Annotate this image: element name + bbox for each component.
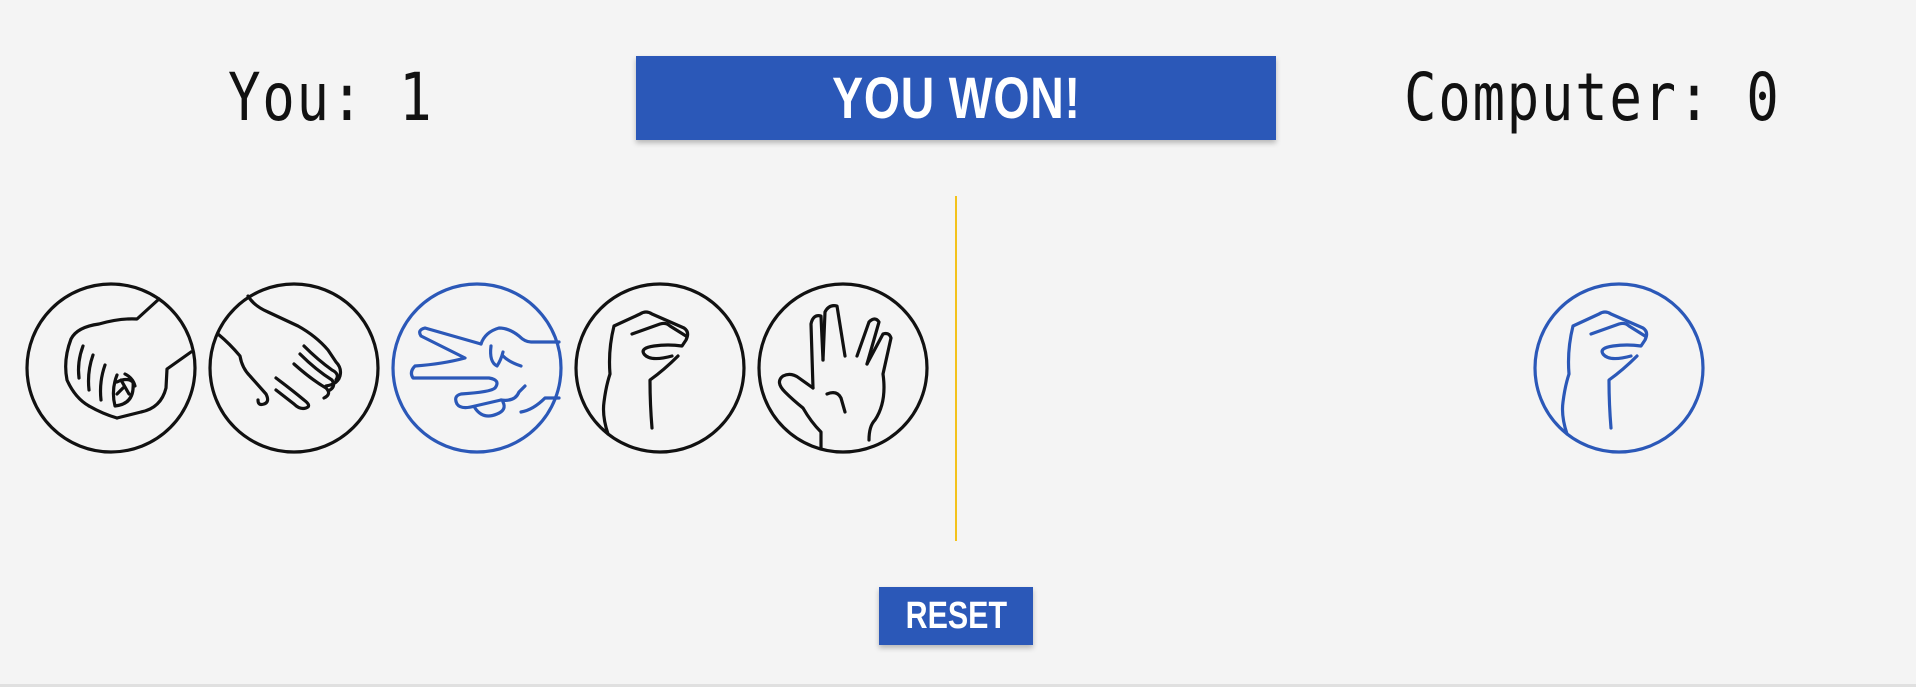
center-divider <box>955 196 957 541</box>
rock-hand-icon <box>25 282 197 454</box>
spock-hand-icon <box>757 282 929 454</box>
result-banner: YOU WON! <box>636 56 1276 140</box>
player-score: You: 1 <box>228 59 434 136</box>
reset-label: RESET <box>905 594 1007 637</box>
choice-lizard-button[interactable] <box>574 282 746 454</box>
choice-paper-button[interactable] <box>208 282 380 454</box>
paper-hand-icon <box>208 282 380 454</box>
scissors-hand-icon <box>391 282 563 454</box>
result-text: YOU WON! <box>831 65 1081 131</box>
lizard-hand-icon <box>1533 282 1705 454</box>
choice-rock-button[interactable] <box>25 282 197 454</box>
lizard-hand-icon <box>574 282 746 454</box>
game-stage: You: 1 YOU WON! Computer: 0 RESET <box>0 0 1916 687</box>
choice-scissors-button[interactable] <box>391 282 563 454</box>
choice-spock-button[interactable] <box>757 282 929 454</box>
computer-choice <box>1533 282 1705 454</box>
reset-button[interactable]: RESET <box>879 587 1033 645</box>
computer-score: Computer: 0 <box>1404 59 1781 136</box>
